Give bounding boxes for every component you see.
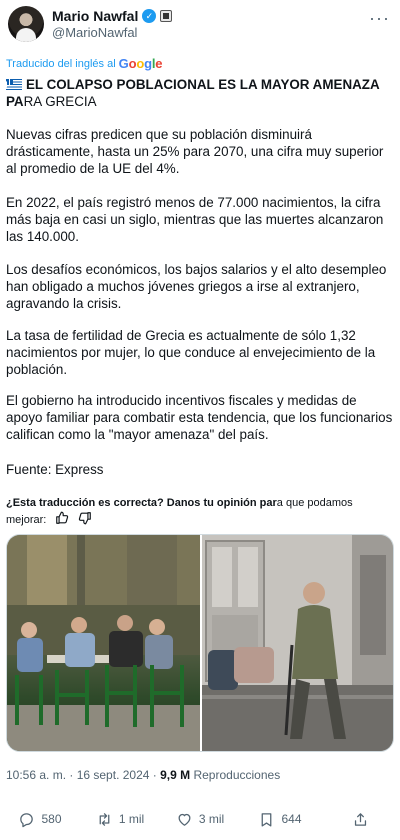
views-count: 9,9 M xyxy=(160,768,191,782)
feedback-question-bold: ¿Esta traducción es correcta? Danos tu o… xyxy=(6,497,277,509)
tweet-actions: 580 1 mil 3 mil 644 xyxy=(0,808,400,830)
affiliate-badge-icon[interactable] xyxy=(160,10,173,22)
headline-rest: RA GRECIA xyxy=(23,94,97,109)
share-icon xyxy=(354,812,366,826)
heart-icon xyxy=(178,813,191,826)
share-button[interactable] xyxy=(320,808,400,830)
more-options-icon[interactable]: ··· xyxy=(369,8,390,29)
translation-label[interactable]: Traducido del inglés al xyxy=(6,58,116,70)
avatar[interactable] xyxy=(8,6,44,42)
repost-icon xyxy=(99,812,110,826)
translation-feedback: ¿Esta traducción es correcta? Danos tu o… xyxy=(6,496,394,530)
tweet-paragraph: Nuevas cifras predicen que su población … xyxy=(6,127,384,176)
tweet-header: Mario Nawfal ✓ @MarioNawfal ··· xyxy=(0,0,400,48)
tweet-paragraph: En 2022, el país registró menos de 77.00… xyxy=(6,195,384,244)
like-count: 3 mil xyxy=(198,812,225,826)
reply-button[interactable]: 580 xyxy=(0,808,80,830)
translation-attribution: Traducido del inglés al Google xyxy=(6,56,162,71)
views-label: Reproducciones xyxy=(193,768,281,782)
bookmark-icon xyxy=(262,812,272,827)
tweet-media[interactable] xyxy=(6,534,394,752)
bookmark-button[interactable]: 644 xyxy=(240,808,320,830)
bookmark-count: 644 xyxy=(281,812,302,826)
like-button[interactable]: 3 mil xyxy=(160,808,240,830)
reply-icon xyxy=(20,812,34,827)
reply-count: 580 xyxy=(41,812,62,826)
tweet-paragraph: La tasa de fertilidad de Grecia es actua… xyxy=(6,328,376,377)
tweet-paragraph: Los desafíos económicos, los bajos salar… xyxy=(6,262,387,311)
repost-count: 1 mil xyxy=(118,812,145,826)
verified-badge-icon: ✓ xyxy=(142,9,157,23)
photo-elderly-man-with-cane[interactable] xyxy=(202,535,393,751)
repost-button[interactable]: 1 mil xyxy=(80,808,160,830)
tweet-paragraph: El gobierno ha introducido incentivos fi… xyxy=(6,393,393,442)
tweet-meta: 10:56 a. m. · 16 sept. 2024 · 9,9 M Repr… xyxy=(6,768,280,782)
tweet-timestamp[interactable]: 10:56 a. m. · 16 sept. 2024 · xyxy=(6,768,157,782)
author-handle[interactable]: @MarioNawfal xyxy=(52,25,137,40)
thumbs-down-icon[interactable] xyxy=(78,511,92,530)
tweet-source: Fuente: Express xyxy=(6,462,104,477)
photo-cafe-elderly-men[interactable] xyxy=(7,535,200,751)
author-name[interactable]: Mario Nawfal xyxy=(52,8,138,24)
author-name-row: Mario Nawfal ✓ xyxy=(52,8,173,24)
google-logo: Google xyxy=(118,56,163,71)
greece-flag-icon xyxy=(6,79,22,90)
tweet-headline: EL COLAPSO POBLACIONAL ES LA MAYOR AMENA… xyxy=(6,76,394,110)
thumbs-up-icon[interactable] xyxy=(55,511,69,530)
